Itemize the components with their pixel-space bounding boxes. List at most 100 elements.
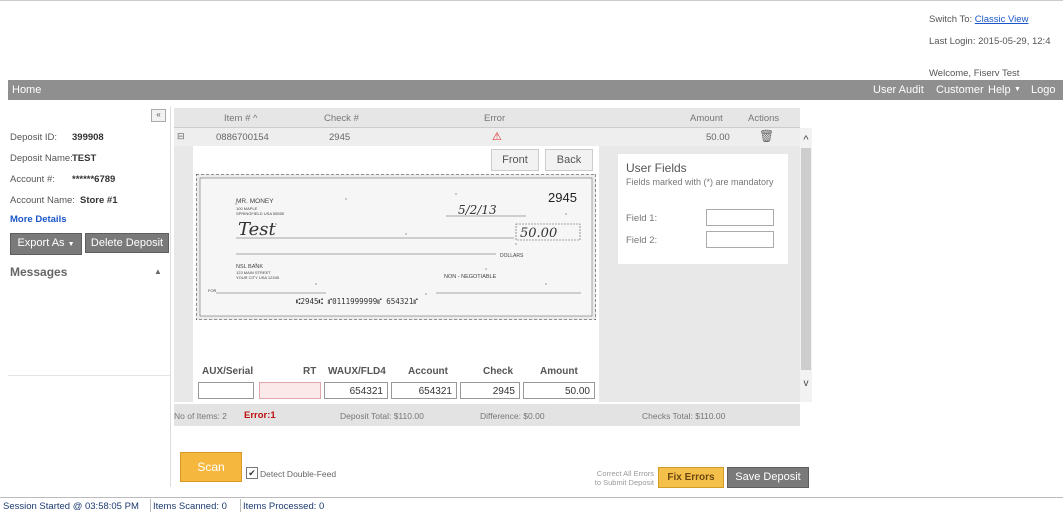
- correct-note-line1: Correct All Errors: [596, 469, 654, 478]
- detect-double-feed-checkbox[interactable]: ✔: [246, 467, 258, 479]
- delete-deposit-button[interactable]: Delete Deposit: [85, 233, 169, 253]
- scroll-up-icon[interactable]: ^: [800, 134, 812, 146]
- col-check[interactable]: Check #: [324, 113, 359, 124]
- divider: [240, 499, 241, 512]
- micr-waux-label: WAUX/FLD4: [328, 366, 386, 377]
- col-error[interactable]: Error: [484, 113, 505, 124]
- left-panel: « Deposit ID: 399908 Deposit Name: TEST Ac…: [8, 107, 171, 487]
- scroll-thumb[interactable]: [801, 148, 811, 370]
- micr-rt-input[interactable]: [259, 382, 321, 399]
- back-button[interactable]: Back: [545, 149, 593, 171]
- nav-logout[interactable]: Logo: [1031, 84, 1055, 96]
- deposit-name-row: Deposit Name: TEST: [10, 153, 96, 164]
- check-amount: 50.00: [520, 226, 557, 241]
- check-micr: ⑆2945⑆ ⑈0111999999⑈ 654321⑈: [296, 297, 418, 306]
- trash-icon[interactable]: 🗑: [759, 129, 774, 143]
- more-details-link[interactable]: More Details: [10, 214, 67, 225]
- micr-amount-input[interactable]: 50.00: [523, 382, 595, 399]
- user-fields-panel: User Fields Fields marked with (*) are m…: [618, 154, 788, 264]
- switch-label: Switch To:: [929, 14, 973, 25]
- top-header: Switch To: Classic View Last Login: 2015…: [0, 0, 1063, 81]
- messages-heading: Messages: [10, 265, 68, 279]
- checks-total: Checks Total: $110.00: [642, 411, 726, 421]
- session-started: Session Started @ 03:58:05 PM: [3, 501, 139, 512]
- error-count: Error:1: [244, 410, 276, 421]
- check-memo: FOR: [208, 288, 217, 293]
- row-item-number: 0886700154: [216, 132, 269, 143]
- field1-input[interactable]: [706, 209, 774, 226]
- account-row: Account #: ******6789: [10, 174, 115, 185]
- scroll-down-icon[interactable]: v: [800, 378, 812, 389]
- scrollbar[interactable]: ^ v: [800, 128, 812, 402]
- account-value: ******6789: [72, 174, 116, 185]
- divider: [8, 375, 170, 376]
- nav-help[interactable]: Help: [988, 84, 1011, 96]
- front-button[interactable]: Front: [491, 149, 539, 171]
- export-as-label: Export As: [17, 237, 65, 249]
- divider: [150, 499, 151, 512]
- export-as-button[interactable]: Export As ▼: [10, 233, 82, 255]
- account-name-row: Account Name: Store #1: [10, 195, 118, 206]
- save-deposit-button[interactable]: Save Deposit: [727, 467, 809, 488]
- check-payer-addr2: SPRINGFIELD USA 55555: [236, 211, 285, 216]
- col-amount[interactable]: Amount: [690, 113, 723, 124]
- account-name-value: Store #1: [80, 195, 118, 206]
- nav-customer[interactable]: Customer: [936, 84, 984, 96]
- micr-check-input[interactable]: 2945: [460, 382, 520, 399]
- micr-aux-input[interactable]: [198, 382, 254, 399]
- deposit-name-label: Deposit Name:: [10, 153, 73, 164]
- correct-errors-note: Correct All Errors to Submit Deposit: [588, 469, 654, 487]
- account-name-label: Account Name:: [10, 195, 75, 206]
- classic-view-link[interactable]: Classic View: [975, 14, 1029, 25]
- items-processed: Items Processed: 0: [243, 501, 325, 512]
- micr-amount-label: Amount: [540, 366, 578, 377]
- account-label: Account #:: [10, 174, 55, 185]
- action-footer: Scan ✔ Detect Double-Feed Correct All Er…: [174, 427, 809, 488]
- col-item[interactable]: Item # ^: [224, 113, 258, 124]
- check-dollars: DOLLARS: [500, 253, 524, 259]
- summary-bar: No of Items: 2 Error:1 Deposit Total: $1…: [174, 404, 800, 426]
- check-payee: Test: [238, 219, 276, 240]
- user-fields-title: User Fields: [626, 161, 687, 175]
- grid-header: Item # ^ Check # Error Amount Actions: [174, 108, 800, 128]
- field1-label: Field 1:: [626, 213, 658, 224]
- micr-check-label: Check: [483, 366, 514, 377]
- check-nonnegotiable: NON - NEGOTIABLE: [444, 274, 497, 280]
- nav-user-audit[interactable]: User Audit: [873, 84, 924, 96]
- field2-input[interactable]: [706, 231, 774, 248]
- check-image: MR. MONEY 100 MAPLE SPRINGFIELD USA 5555…: [196, 174, 596, 320]
- help-caret-icon[interactable]: ▼: [1014, 86, 1021, 93]
- row-check-number: 2945: [329, 132, 351, 143]
- check-payer: MR. MONEY: [236, 198, 274, 205]
- field2-label: Field 2:: [626, 235, 658, 246]
- micr-rt-label: RT: [303, 366, 317, 377]
- collapse-panel-icon[interactable]: «: [151, 109, 166, 122]
- micr-account-input[interactable]: 654321: [391, 382, 457, 399]
- items-count: No of Items: 2: [174, 411, 227, 421]
- row-expand-icon[interactable]: ⊟: [177, 131, 185, 142]
- check-date: 5/2/13: [458, 203, 497, 217]
- col-actions: Actions: [748, 113, 780, 124]
- check-bank-addr2: YOUR CITY USA 12345: [236, 275, 280, 280]
- deposit-id-value: 399908: [72, 132, 104, 143]
- table-row[interactable]: ⊟ 0886700154 2945 ⚠ 50.00 🗑: [174, 128, 800, 147]
- deposit-id-row: Deposit ID: 399908: [10, 132, 104, 143]
- welcome-text: Welcome, Fiserv Test: [929, 68, 1020, 79]
- detect-double-feed-label: Detect Double-Feed: [260, 469, 337, 479]
- micr-aux-label: AUX/Serial: [202, 366, 254, 377]
- nav-home[interactable]: Home: [12, 84, 41, 96]
- last-login: Last Login: 2015-05-29, 12:4: [929, 36, 1051, 47]
- user-fields-note: Fields marked with (*) are mandatory: [626, 177, 774, 187]
- deposit-id-label: Deposit ID:: [10, 132, 57, 143]
- export-caret-icon: ▼: [67, 241, 75, 248]
- fix-errors-button[interactable]: Fix Errors: [658, 467, 724, 488]
- deposit-total: Deposit Total: $110.00: [340, 411, 424, 421]
- messages-collapse-icon[interactable]: ▲: [154, 267, 162, 276]
- micr-waux-input[interactable]: 654321: [324, 382, 388, 399]
- error-warning-icon[interactable]: ⚠: [492, 130, 502, 143]
- nav-bar: Home User Audit Customer Help ▼ Logo: [8, 80, 1063, 100]
- correct-note-line2: to Submit Deposit: [594, 478, 654, 487]
- check-number: 2945: [548, 190, 577, 205]
- row-amount: 50.00: [706, 132, 730, 143]
- scan-button[interactable]: Scan: [180, 452, 242, 482]
